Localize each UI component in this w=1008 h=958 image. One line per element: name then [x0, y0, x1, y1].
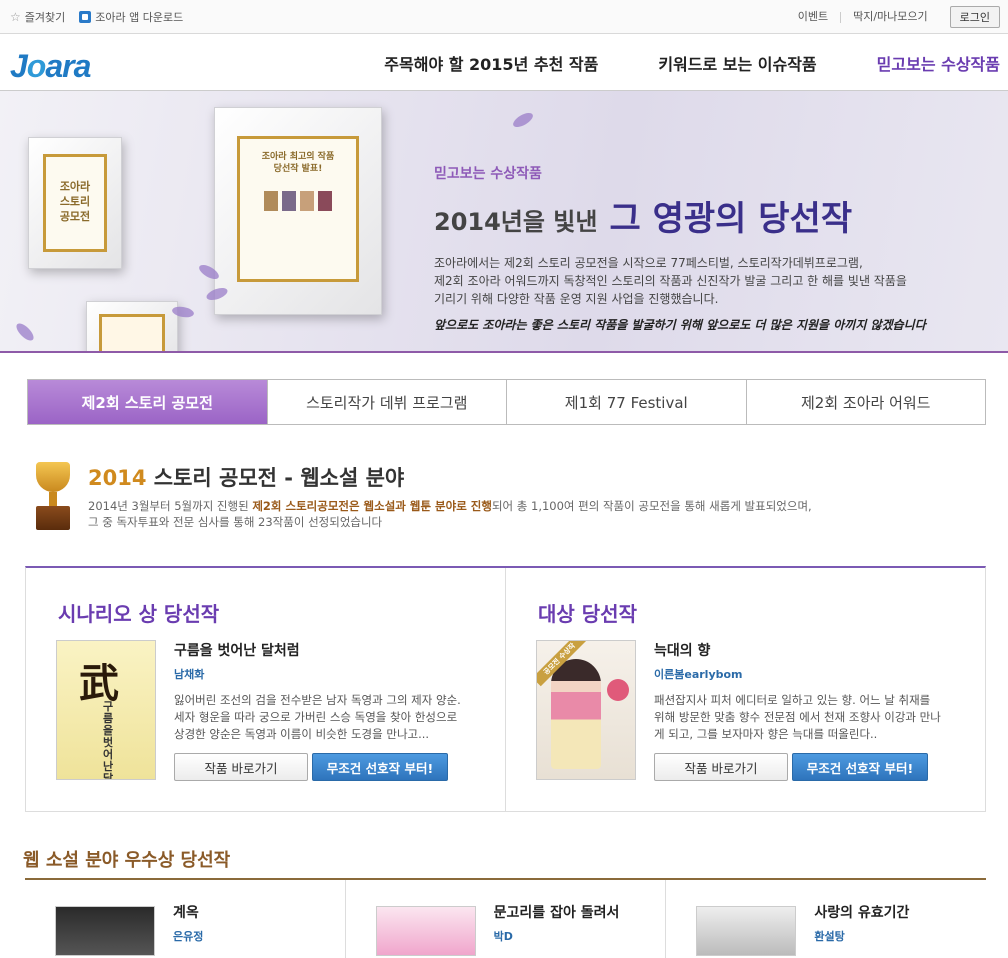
work-title[interactable]: 구름을 벗어난 달처럼 [174, 640, 464, 660]
award-tabs: 제2회 스토리 공모전 스토리작가 데뷔 프로그램 제1회 77 Festiva… [27, 379, 986, 425]
nav-item-recommended-2015[interactable]: 주목해야 할 2015년 추천 작품 [384, 51, 598, 75]
frame-center-text: 조아라 최고의 작품 당선작 발표! [261, 152, 335, 174]
winner-section-title: 시나리오 상 당선작 [58, 602, 220, 626]
hero-description: 조아라에서는 제2회 스토리 공모전을 시작으로 77페스티벌, 스토리작가데뷔… [434, 256, 907, 306]
trophy-icon [30, 462, 76, 532]
app-icon [79, 11, 92, 23]
hero-kicker: 믿고보는 수상작품 [434, 166, 542, 182]
top-utility-bar: ☆ 즐겨찾기 조아라 앱 다운로드 이벤트 딱지/마나모으기 로그인 [0, 0, 1008, 34]
joara-logo[interactable]: Joara [10, 48, 91, 85]
winner-actions: 작품 바로가기 무조건 선호작 부터! [654, 753, 928, 781]
winner-section-title: 대상 당선작 [538, 602, 637, 626]
work-author[interactable]: 환설탕 [814, 928, 844, 944]
work-description: 패션잡지사 피처 에디터로 일하고 있는 향. 어느 날 취재를 위해 방문한 … [654, 693, 941, 741]
frame-center: 조아라 최고의 작품 당선작 발표! [214, 107, 382, 315]
winner-grand-prize: 대상 당선작 공모전 수상작 늑대의 향 이른봄earlybom 패션잡지사 피… [506, 568, 985, 811]
app-download-link[interactable]: 조아라 앱 다운로드 [79, 9, 183, 25]
star-icon: ☆ [10, 10, 21, 24]
tab-joara-award-2[interactable]: 제2회 조아라 어워드 [746, 380, 985, 424]
event-link[interactable]: 이벤트 [786, 7, 840, 27]
hero-copy: 믿고보는 수상작품 2014년을 빛낸 그 영광의 당선작 조아라에서는 제2회… [434, 163, 994, 333]
tab-debut-program[interactable]: 스토리작가 데뷔 프로그램 [267, 380, 507, 424]
go-to-work-button[interactable]: 작품 바로가기 [174, 753, 308, 781]
login-button[interactable]: 로그인 [949, 6, 1000, 28]
book-cover[interactable] [696, 906, 797, 956]
work-author[interactable]: 이른봄earlybom [654, 666, 944, 682]
main-nav: Joara 주목해야 할 2015년 추천 작품 키워드로 보는 이슈작품 믿고… [0, 34, 1008, 91]
excellence-item: 문고리를 잡아 돌려서 박D [346, 880, 667, 958]
add-favorite-button[interactable]: 무조건 선호작 부터! [312, 753, 448, 781]
excellence-list: 계옥 은유정 문고리를 잡아 돌려서 박D 사랑의 유효기간 환설탕 [25, 878, 986, 958]
utility-right: 이벤트 딱지/마나모으기 로그인 [786, 6, 1000, 28]
hero-banner: 조아라 스토리 공모전 조아라 최고의 작품 당선작 발표! 믿고보는 수상작품 20… [0, 91, 1008, 353]
tab-77-festival[interactable]: 제1회 77 Festival [507, 380, 747, 424]
frame-left-text: 조아라 스토리 공모전 [59, 180, 91, 223]
contest-description: 2014년 3월부터 5월까지 진행된 제2회 스토리공모전은 웹소설과 웹툰 … [88, 499, 812, 529]
excellence-item: 계옥 은유정 [25, 880, 346, 958]
go-to-work-button[interactable]: 작품 바로가기 [654, 753, 788, 781]
frame-left: 조아라 스토리 공모전 [28, 137, 122, 269]
excellence-title: 웹 소설 분야 우수상 당선작 [23, 850, 231, 871]
favorite-label: 즐겨찾기 [24, 11, 66, 24]
hero-commitment: 앞으로도 조아라는 좋은 스토리 작품을 발굴하기 위해 앞으로도 더 많은 지… [434, 318, 926, 332]
work-title[interactable]: 문고리를 잡아 돌려서 [494, 902, 620, 922]
work-author[interactable]: 은유정 [173, 928, 203, 944]
add-favorite-button[interactable]: 무조건 선호작 부터! [792, 753, 928, 781]
winner-scenario: 시나리오 상 당선작 武 구름을 벗어난 달처럼 구름을 벗어난 달처럼 남채화… [26, 568, 506, 811]
hero-headline-year: 2014년을 빛낸 [434, 208, 598, 236]
frame-bottom [86, 301, 178, 351]
app-download-label: 조아라 앱 다운로드 [95, 11, 184, 24]
nav-item-keyword-issue[interactable]: 키워드로 보는 이슈작품 [658, 51, 816, 75]
winners-box: 시나리오 상 당선작 武 구름을 벗어난 달처럼 구름을 벗어난 달처럼 남채화… [25, 566, 986, 812]
nav-menu: 주목해야 할 2015년 추천 작품 키워드로 보는 이슈작품 믿고보는 수상작… [384, 34, 1000, 91]
favorite-link[interactable]: ☆ 즐겨찾기 [10, 9, 65, 25]
work-author[interactable]: 남채화 [174, 666, 464, 682]
excellence-item: 사랑의 유효기간 환설탕 [666, 880, 986, 958]
winner-info: 구름을 벗어난 달처럼 남채화 잃어버린 조선의 검을 전수받은 남자 독영과 … [174, 640, 464, 758]
contest-title: 2014 스토리 공모전 - 웹소설 분야 [88, 466, 405, 490]
utility-left: ☆ 즐겨찾기 조아라 앱 다운로드 [10, 9, 183, 25]
winner-actions: 작품 바로가기 무조건 선호작 부터! [174, 753, 448, 781]
ddakji-link[interactable]: 딱지/마나모으기 [841, 7, 940, 27]
petal-decoration [510, 110, 536, 130]
work-title[interactable]: 계옥 [173, 902, 199, 922]
contest-intro: 2014 스토리 공모전 - 웹소설 분야 2014년 3월부터 5월까지 진행… [30, 458, 990, 538]
book-cover[interactable] [375, 906, 476, 956]
petal-decoration [13, 320, 37, 344]
work-description: 잃어버린 조선의 검을 전수받은 남자 독영과 그의 제자 양순. 세자 형운을… [174, 693, 461, 741]
work-title[interactable]: 사랑의 유효기간 [814, 902, 909, 922]
hero-headline-main: 그 영광의 당선작 [609, 199, 853, 239]
book-cover[interactable]: 武 구름을 벗어난 달처럼 [56, 640, 156, 780]
work-author[interactable]: 박D [494, 928, 513, 944]
work-title[interactable]: 늑대의 향 [654, 640, 944, 660]
book-cover[interactable] [55, 906, 155, 956]
tab-story-contest-2[interactable]: 제2회 스토리 공모전 [28, 380, 268, 424]
book-cover[interactable]: 공모전 수상작 [536, 640, 636, 780]
hero-headline: 2014년을 빛낸 그 영광의 당선작 [434, 191, 994, 240]
winner-info: 늑대의 향 이른봄earlybom 패션잡지사 피처 에디터로 일하고 있는 향… [654, 640, 944, 758]
nav-item-award-works[interactable]: 믿고보는 수상작품 [877, 51, 1000, 75]
